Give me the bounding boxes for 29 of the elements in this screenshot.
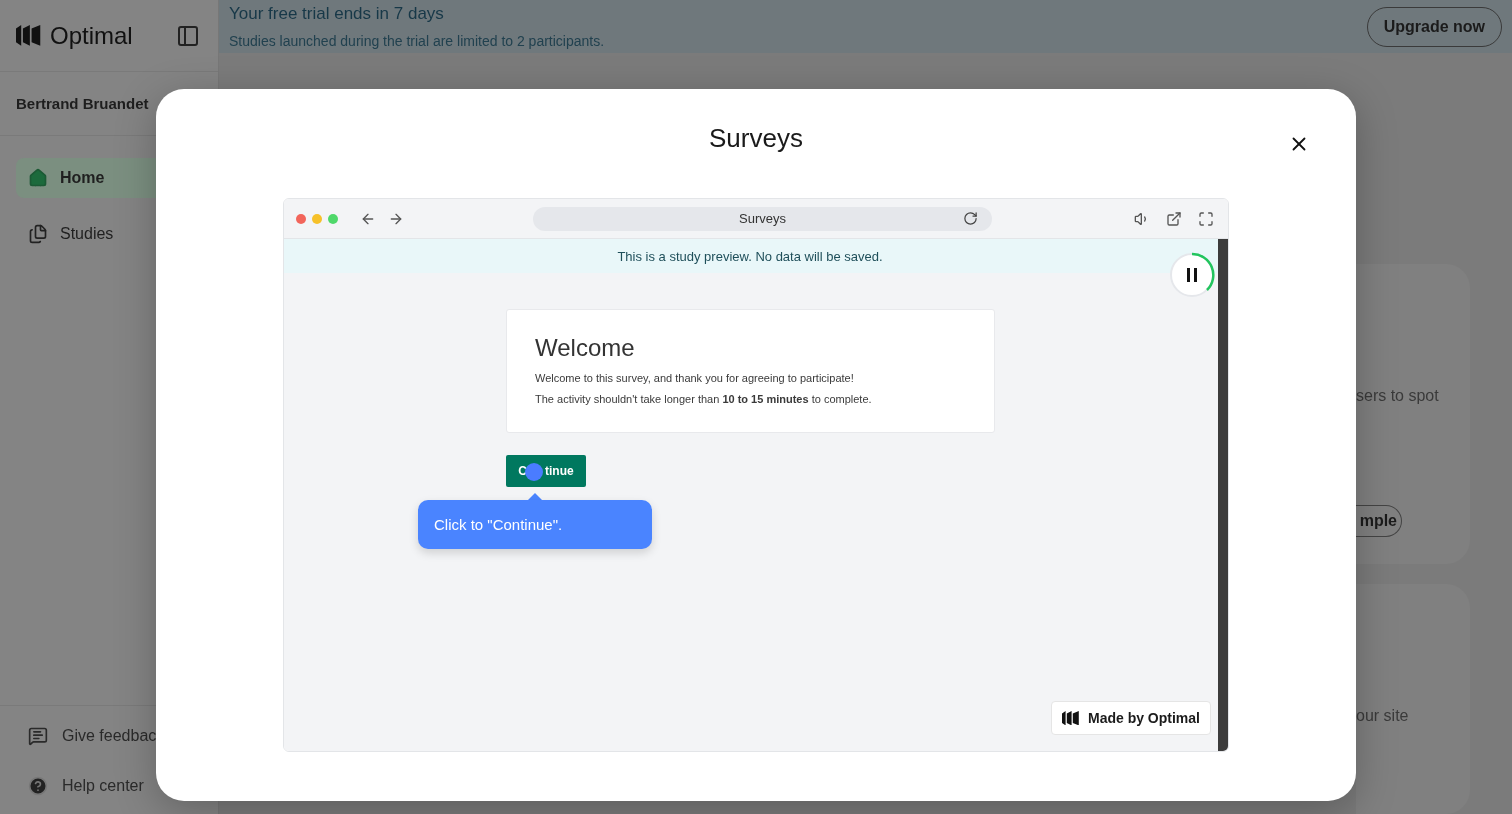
- home-icon: [28, 168, 48, 188]
- logo-icon: [1061, 710, 1080, 726]
- window-dot-icon[interactable]: [328, 213, 338, 224]
- tooltip: Click to "Continue".: [418, 500, 652, 549]
- address-bar[interactable]: Surveys: [533, 206, 992, 231]
- reload-icon[interactable]: [963, 210, 978, 226]
- footer-link[interactable]: Give feedbac: [28, 726, 190, 746]
- card-text: our site: [1356, 707, 1409, 724]
- chat-icon: [28, 726, 48, 746]
- welcome-text: Welcome to this survey, and thank you for agreeing to participate!: [535, 372, 855, 384]
- pause-button[interactable]: [1169, 252, 1215, 298]
- trial-title: Your free trial ends in 7 days: [229, 4, 445, 24]
- trial-message: Studies launched during the trial are limited to 2 participants.: [229, 33, 605, 49]
- scrollbar[interactable]: [1218, 239, 1228, 751]
- documents-icon: [28, 224, 48, 244]
- welcome-text: The activity shouldn't take longer than 10 to 15 minutes to complete.: [535, 393, 873, 405]
- window-dot-icon[interactable]: [296, 213, 306, 224]
- welcome-heading: Welcome: [535, 334, 636, 362]
- nav-item[interactable]: Studies: [16, 214, 202, 254]
- logo-icon: [16, 25, 42, 46]
- window-dot-icon[interactable]: [312, 213, 322, 224]
- continue-button[interactable]: C tinue: [506, 455, 586, 487]
- user-name: Bertrand Bruandet: [16, 95, 149, 112]
- help-icon: [28, 776, 48, 796]
- made-by-badge[interactable]: Made by Optimal: [1050, 701, 1211, 735]
- card-text: sers to spot: [1356, 387, 1439, 404]
- modal-title: Surveys: [709, 123, 803, 154]
- app-logo: Optimal: [50, 21, 133, 50]
- footer-link[interactable]: Help center: [28, 776, 190, 796]
